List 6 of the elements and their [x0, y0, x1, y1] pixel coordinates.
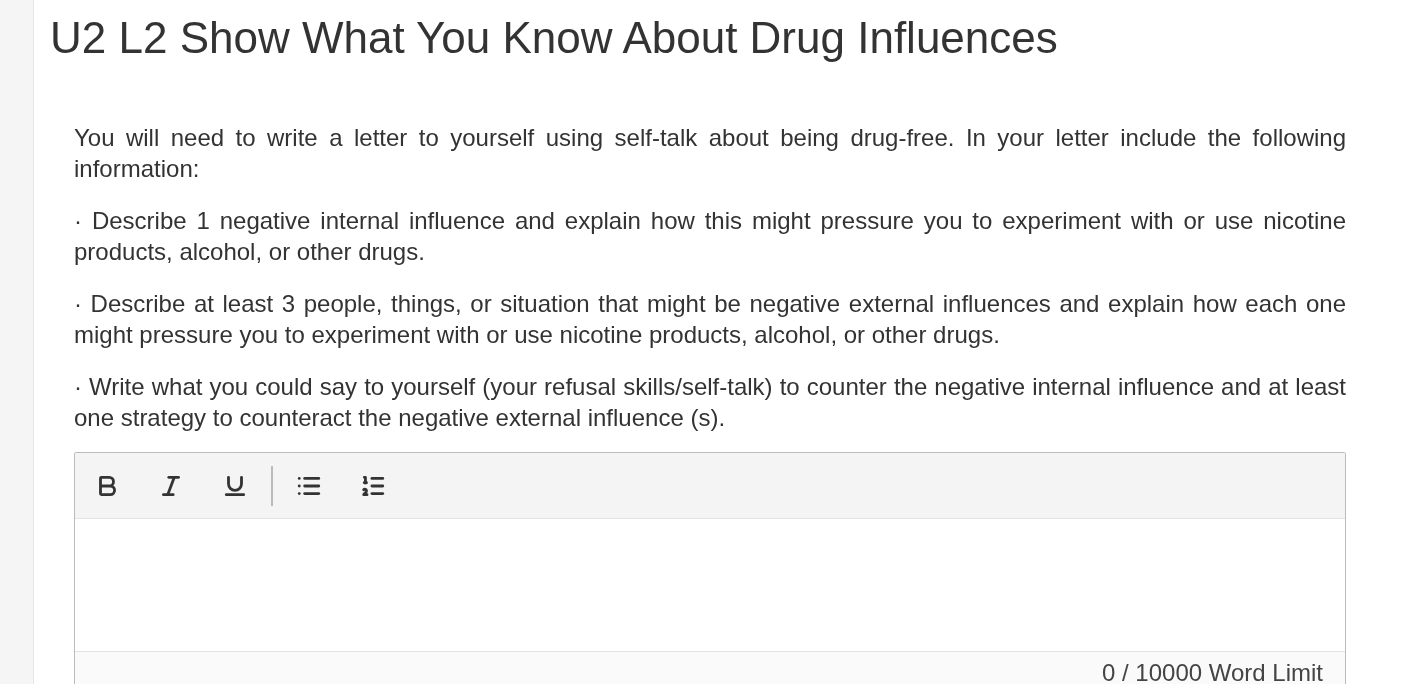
page-title: U2 L2 Show What You Know About Drug Influences: [50, 16, 1059, 60]
instruction-text: · Write what you could say to yourself (your refusal skills/self-talk) to counter the negative internal influence and at least one strategy to counteract the negative external influence (s).: [74, 372, 1346, 433]
word-count: 0 / 10000 Word Limit: [1102, 657, 1323, 684]
instruction-text: You will need to write a letter to yourself using self-talk about being drug-free. In your letter include the following information:: [74, 123, 1346, 184]
instruction-text: · Describe at least 3 people, things, or situation that might be negative external influences and explain how each one might pressure you to experiment with or use nicotine products, alcohol, or other drugs.: [74, 289, 1346, 350]
instruction-text: · Describe 1 negative internal influence and explain how this might pressure you to experiment with or use nicotine products, alcohol, or other drugs.: [74, 206, 1346, 267]
